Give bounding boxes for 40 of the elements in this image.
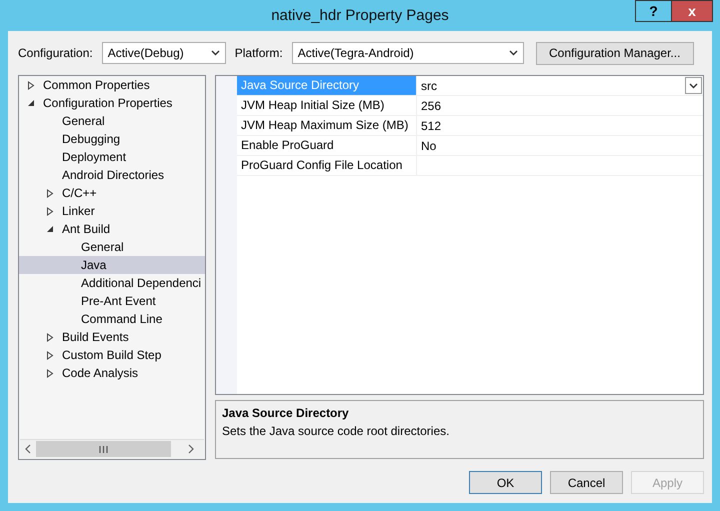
platform-dropdown[interactable]: Active(Tegra-Android) bbox=[292, 42, 524, 64]
tree-item[interactable]: Linker bbox=[19, 202, 205, 220]
dialog-button[interactable]: OK bbox=[469, 471, 542, 494]
tree-item[interactable]: Ant Build bbox=[19, 220, 205, 238]
tree-item[interactable]: Code Analysis bbox=[19, 364, 205, 382]
chevron-down-icon bbox=[508, 50, 518, 56]
scrollbar-thumb[interactable] bbox=[36, 441, 171, 457]
tree-item[interactable]: Debugging bbox=[19, 130, 205, 148]
tree-item[interactable]: Build Events bbox=[19, 328, 205, 346]
tree-item[interactable]: Common Properties bbox=[19, 76, 205, 94]
chevron-down-icon bbox=[689, 82, 698, 88]
tree-item[interactable]: Android Directories bbox=[19, 166, 205, 184]
property-value: 512 bbox=[421, 118, 442, 132]
help-button[interactable]: ? bbox=[635, 0, 672, 22]
tree-item[interactable]: Deployment bbox=[19, 148, 205, 166]
horizontal-scrollbar[interactable] bbox=[20, 439, 204, 458]
description-title: Java Source Directory bbox=[222, 406, 350, 420]
grip-icon bbox=[99, 446, 108, 452]
chevron-down-icon bbox=[210, 50, 220, 56]
tree-item[interactable]: General bbox=[19, 112, 205, 130]
configuration-manager-button[interactable]: Configuration Manager... bbox=[536, 42, 694, 64]
tree-item[interactable]: Custom Build Step bbox=[19, 346, 205, 364]
property-value: src bbox=[421, 78, 437, 92]
tree-item[interactable]: Java bbox=[19, 256, 205, 274]
tree-item[interactable]: Additional Dependenci bbox=[19, 274, 205, 292]
tree-item[interactable]: C/C++ bbox=[19, 184, 205, 202]
window-title: native_hdr Property Pages bbox=[271, 7, 449, 24]
property-value: 256 bbox=[421, 98, 442, 112]
property-value: No bbox=[421, 138, 436, 152]
configuration-label: Configuration: bbox=[18, 46, 93, 60]
close-button[interactable]: x bbox=[671, 0, 713, 22]
dropdown-button[interactable] bbox=[685, 77, 702, 94]
platform-label: Platform: bbox=[234, 46, 283, 60]
description-text: Sets the Java source code root directories. bbox=[222, 424, 450, 438]
tree-item[interactable]: General bbox=[19, 238, 205, 256]
dialog-button[interactable]: Cancel bbox=[550, 471, 623, 494]
tree-item[interactable]: Configuration Properties bbox=[19, 94, 205, 112]
tree-item[interactable]: Command Line bbox=[19, 310, 205, 328]
tree-item[interactable]: Pre-Ant Event bbox=[19, 292, 205, 310]
configuration-dropdown[interactable]: Active(Debug) bbox=[102, 42, 226, 64]
